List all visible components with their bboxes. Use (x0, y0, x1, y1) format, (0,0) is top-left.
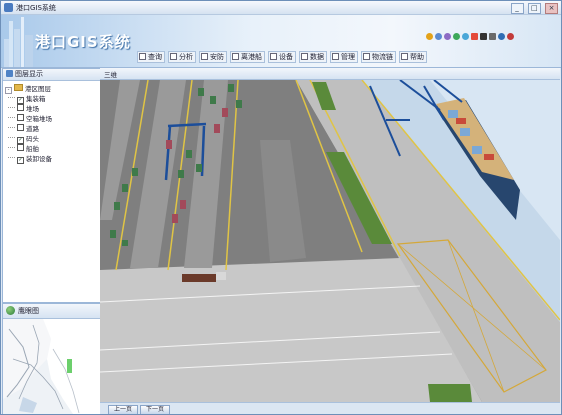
layer-item[interactable]: ✓ 码头 (5, 134, 100, 144)
tree-root-label: 港区图层 (25, 85, 51, 93)
menu-checkbox-icon (332, 53, 339, 60)
green-strip (428, 384, 472, 402)
bottom-bar: 上一页 下一页 (100, 402, 560, 414)
layer-checkbox[interactable] (17, 114, 24, 121)
layer-label: 装卸设备 (26, 155, 52, 163)
menu-checkbox-icon (139, 53, 146, 60)
window-controls: _ □ × (509, 3, 558, 14)
zoom-in-icon[interactable] (435, 32, 442, 40)
menu-item-data[interactable]: 数据 (299, 51, 327, 63)
tree-connector (8, 127, 15, 129)
menu-item-security[interactable]: 安防 (199, 51, 227, 63)
help-icon[interactable] (507, 32, 514, 40)
layer-tree: - 港区图层 ✓ 集装箱 堆场 空箱堆场 道路 ✓ 码头 船舶 ✓ 装卸设备 (3, 81, 100, 164)
title-bar[interactable]: 港口GIS系统 _ □ × (1, 1, 561, 15)
tree-connector (8, 147, 15, 149)
arrow-icon[interactable] (480, 32, 487, 40)
layer-label: 道路 (26, 125, 39, 133)
layer-item[interactable]: ✓ 装卸设备 (5, 154, 100, 164)
layer-checkbox[interactable] (17, 124, 24, 131)
layers-icon (6, 70, 13, 77)
menu-item-departing-ships[interactable]: 离港船 (230, 51, 265, 63)
layer-checkbox[interactable] (17, 104, 24, 111)
layer-label: 船舶 (26, 145, 39, 153)
menu-checkbox-icon (201, 53, 208, 60)
maximize-button[interactable]: □ (527, 3, 541, 14)
menu-checkbox-icon (363, 53, 370, 60)
menu-item-label: 物流链 (372, 53, 393, 61)
menu-item-label: 数据 (310, 53, 324, 61)
menu-checkbox-icon (270, 53, 277, 60)
next-page-button[interactable]: 下一页 (140, 405, 170, 414)
menu-checkbox-icon (232, 53, 239, 60)
app-icon (4, 3, 13, 12)
menu-item-management[interactable]: 管理 (330, 51, 358, 63)
layer-checkbox[interactable]: ✓ (17, 137, 24, 144)
window-title: 港口GIS系统 (16, 4, 56, 12)
zoom-out-icon[interactable] (444, 32, 451, 40)
menu-checkbox-icon (170, 53, 177, 60)
folder-icon (14, 84, 23, 91)
menu-item-label: 安防 (210, 53, 224, 61)
layer-item[interactable]: 道路 (5, 124, 100, 134)
tree-connector (8, 117, 15, 119)
tree-connector (8, 107, 15, 109)
menu-item-label: 分析 (179, 53, 193, 61)
layer-panel-header: 图层显示 (3, 69, 100, 81)
overview-map[interactable] (3, 319, 100, 414)
menu-item-analysis[interactable]: 分析 (168, 51, 196, 63)
layer-label: 空箱堆场 (26, 115, 52, 123)
main-menu: 查询 分析 安防 离港船 设备 数据 管理 物流链 帮助 (137, 51, 430, 63)
layer-panel: 图层显示 - 港区图层 ✓ 集装箱 堆场 空箱堆场 道路 ✓ 码头 船舶 ✓ 装卸设备 (2, 68, 101, 303)
layer-checkbox[interactable]: ✓ (17, 157, 24, 164)
menu-item-equipment[interactable]: 设备 (268, 51, 296, 63)
refresh-icon[interactable] (462, 32, 469, 40)
tree-connector (8, 97, 15, 99)
layer-item[interactable]: ✓ 集装箱 (5, 94, 100, 104)
overview-panel: 鹰眼图 (2, 303, 101, 414)
layer-item[interactable]: 空箱堆场 (5, 114, 100, 124)
pan-icon[interactable] (426, 32, 433, 40)
port-3d-scene[interactable] (100, 80, 560, 402)
layer-panel-title: 图层显示 (15, 70, 43, 78)
menu-item-label: 设备 (279, 53, 293, 61)
layer-checkbox[interactable]: ✓ (17, 97, 24, 104)
collapse-icon[interactable]: - (5, 87, 12, 94)
view-tab-bar: 三维 (100, 68, 560, 80)
menu-checkbox-icon (401, 53, 408, 60)
tab-3d-view[interactable]: 三维 (104, 69, 117, 79)
menu-item-label: 帮助 (410, 53, 424, 61)
menu-item-label: 管理 (341, 53, 355, 61)
overview-panel-title: 鹰眼图 (18, 307, 39, 315)
menu-item-help[interactable]: 帮助 (399, 51, 427, 63)
layer-label: 集装箱 (26, 95, 46, 103)
minimize-button[interactable]: _ (510, 3, 524, 14)
prev-page-button[interactable]: 上一页 (108, 405, 138, 414)
globe-icon (6, 306, 15, 315)
globe-icon[interactable] (453, 32, 460, 40)
measure-icon[interactable] (489, 32, 496, 40)
tree-connector (8, 137, 15, 139)
banner: 港口GIS系统 查询 分析 安防 离港船 设备 数据 管理 物流链 帮助 (1, 15, 561, 68)
layer-checkbox[interactable] (17, 144, 24, 151)
layer-label: 堆场 (26, 105, 39, 113)
toolbar-icons (426, 32, 516, 40)
layer-label: 码头 (26, 135, 39, 143)
tree-root[interactable]: - 港区图层 (5, 84, 100, 94)
close-button[interactable]: × (545, 3, 558, 14)
tree-connector (8, 157, 15, 159)
menu-item-label: 查询 (148, 53, 162, 61)
menu-checkbox-icon (301, 53, 308, 60)
menu-item-logistics[interactable]: 物流链 (361, 51, 396, 63)
flag-icon[interactable] (471, 32, 478, 40)
overview-panel-header: 鹰眼图 (3, 304, 100, 319)
app-name-logo: 港口GIS系统 (35, 33, 131, 51)
menu-item-label: 离港船 (241, 53, 262, 61)
menu-item-query[interactable]: 查询 (137, 51, 165, 63)
edit-icon[interactable] (498, 32, 505, 40)
layer-item[interactable]: 堆场 (5, 104, 100, 114)
layer-item[interactable]: 船舶 (5, 144, 100, 154)
app-window: 港口GIS系统 _ □ × 港口GIS系统 查询 分析 安防 离港船 设备 数据 管理 物流链… (0, 0, 562, 415)
